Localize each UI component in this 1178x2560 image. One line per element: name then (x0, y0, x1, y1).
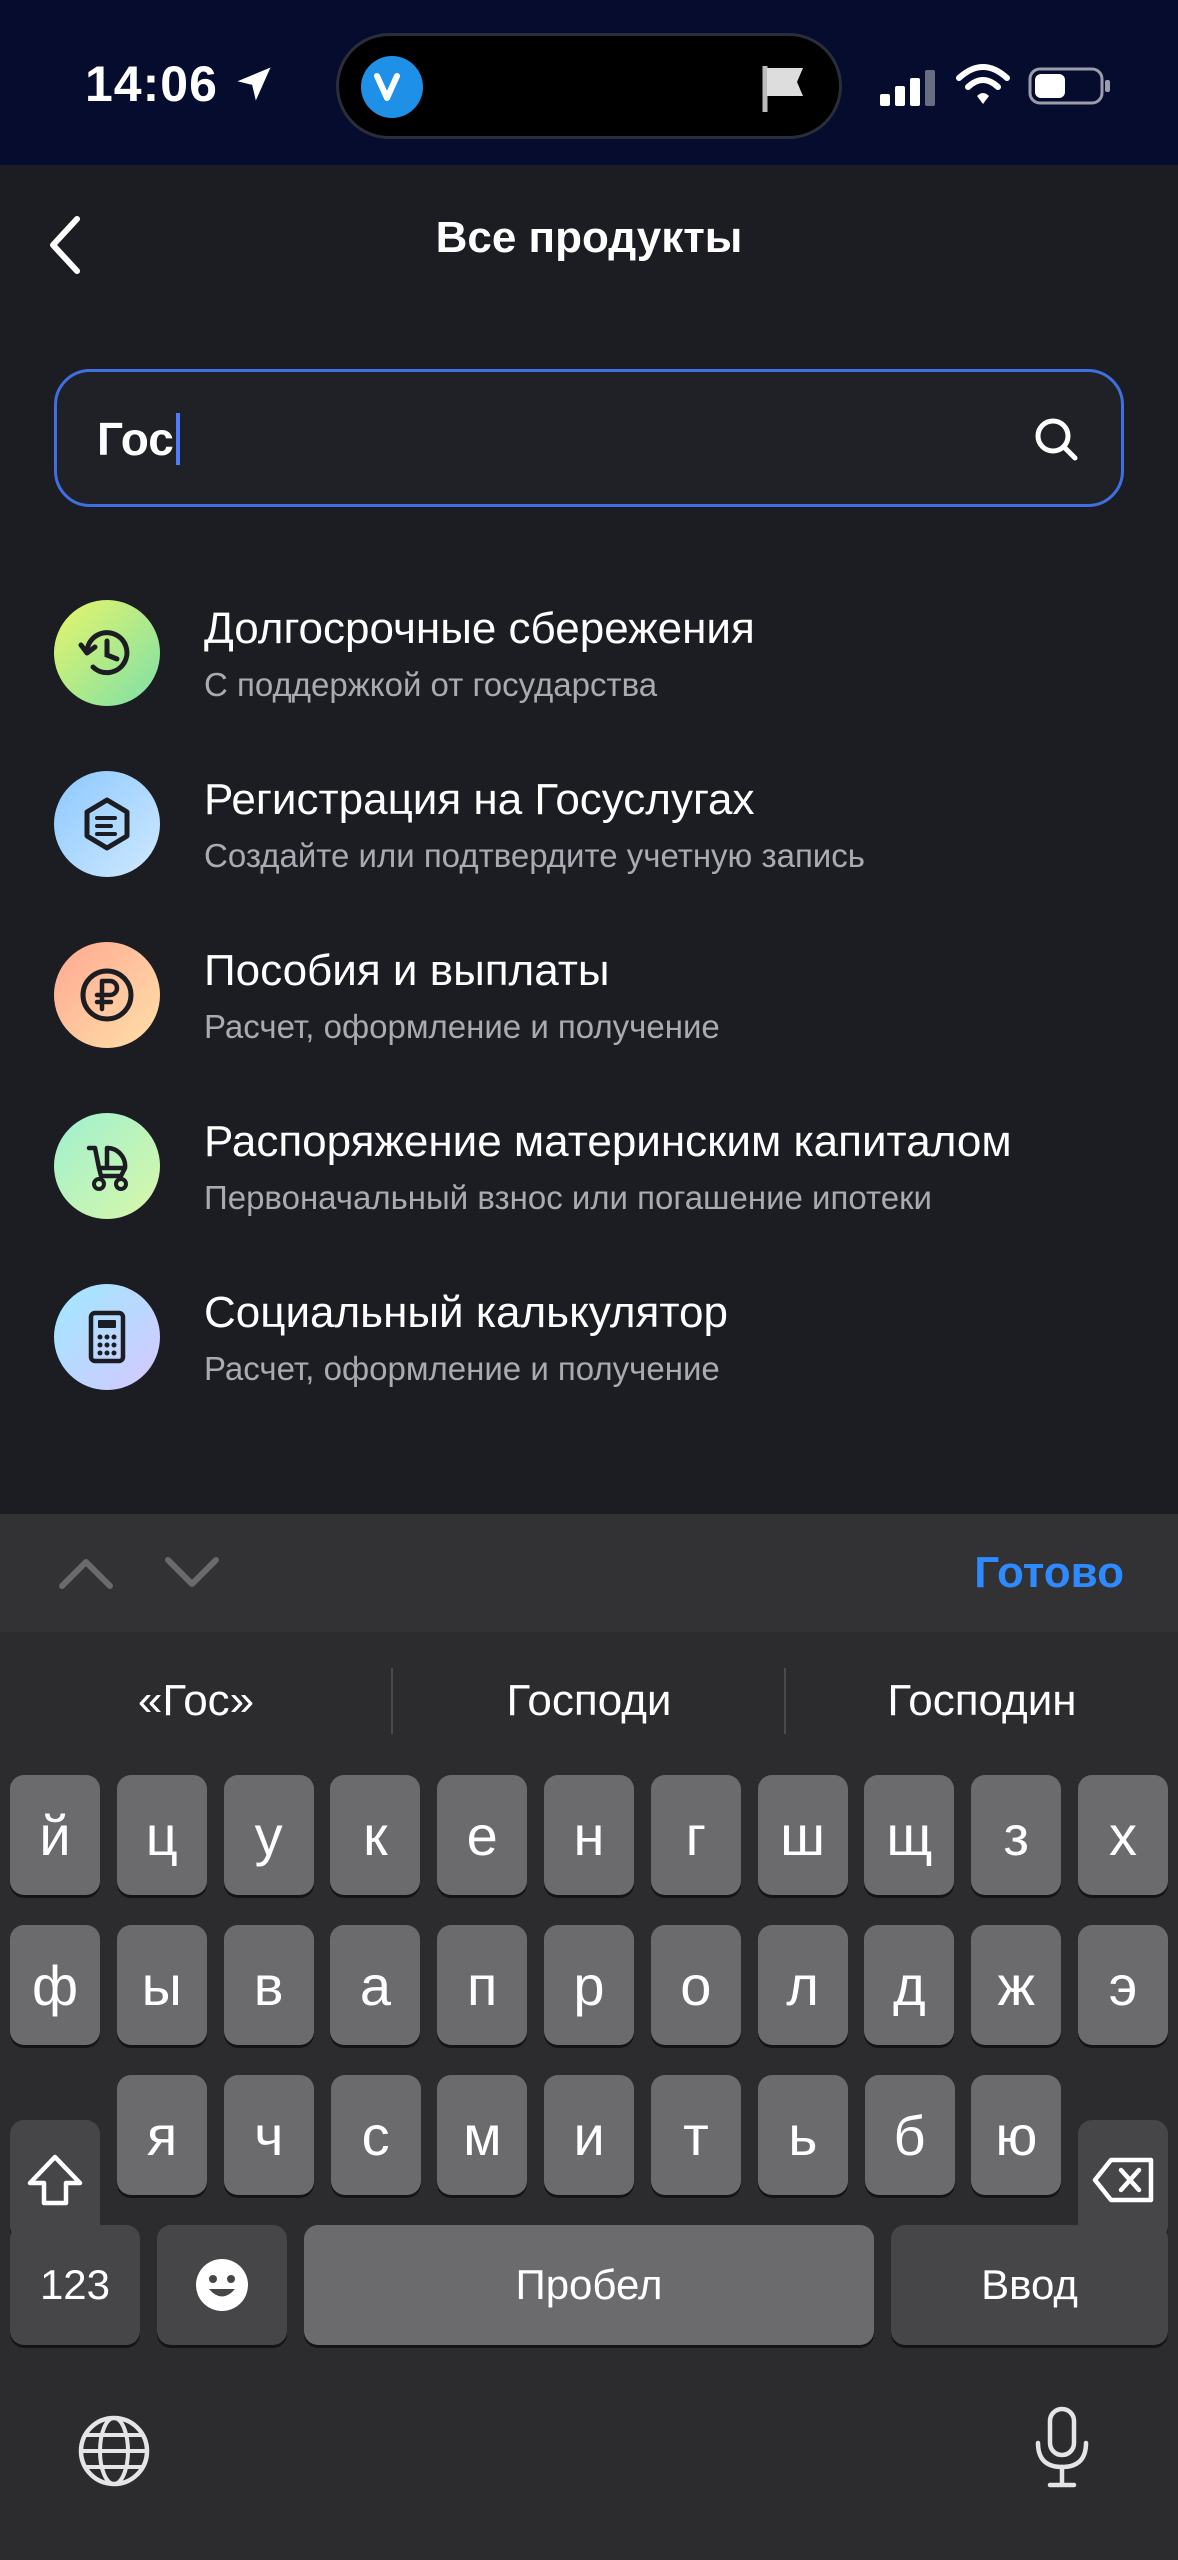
globe-icon[interactable] (76, 2413, 152, 2489)
search-icon[interactable] (1031, 414, 1081, 464)
item-subtitle: Расчет, оформление и получение (204, 1008, 720, 1045)
gosuslugi-icon (54, 771, 160, 877)
key-в[interactable]: в (223, 1925, 314, 2045)
key-н[interactable]: н (544, 1775, 634, 1895)
keyboard-accessory-bar: Готово (0, 1514, 1178, 1632)
key-д[interactable]: д (864, 1925, 955, 2045)
key-х[interactable]: х (1078, 1775, 1168, 1895)
search-input[interactable]: Гос (54, 369, 1124, 507)
key-ч[interactable]: ч (223, 2075, 314, 2195)
status-time: 14:06 (85, 56, 218, 112)
chevron-up-icon[interactable] (56, 1548, 116, 1598)
key-я[interactable]: я (117, 2075, 207, 2195)
key-и[interactable]: и (544, 2075, 635, 2195)
key-к[interactable]: к (330, 1775, 421, 1895)
item-title: Долгосрочные сбережения (204, 604, 755, 653)
chevron-down-icon[interactable] (162, 1548, 222, 1598)
nav-header: Все продукты (0, 165, 1178, 315)
item-title: Регистрация на Госуслугах (204, 775, 755, 824)
vk-app-icon (361, 56, 423, 118)
item-subtitle: Расчет, оформление и получение (204, 1350, 720, 1387)
key-п[interactable]: п (437, 1925, 528, 2045)
return-key[interactable]: Ввод (891, 2225, 1168, 2345)
key-г[interactable]: г (650, 1775, 741, 1895)
dynamic-island (336, 33, 842, 139)
key-у[interactable]: у (223, 1775, 314, 1895)
key-ш[interactable]: ш (757, 1775, 848, 1895)
key-е[interactable]: е (437, 1775, 528, 1895)
key-с[interactable]: с (330, 2075, 421, 2195)
space-key[interactable]: Пробел (304, 2225, 874, 2345)
done-button[interactable]: Готово (974, 1548, 1124, 1598)
item-title: Социальный калькулятор (204, 1288, 728, 1337)
suggestion-3[interactable]: Господин (786, 1676, 1178, 1726)
cellular-signal-icon (880, 70, 935, 106)
calculator-icon (54, 1284, 160, 1390)
key-э[interactable]: э (1078, 1925, 1168, 2045)
key-л[interactable]: л (757, 1925, 848, 2045)
emoji-icon (196, 2259, 248, 2311)
ruble-icon (54, 942, 160, 1048)
stroller-icon (54, 1113, 160, 1219)
suggestion-2[interactable]: Господи (393, 1676, 785, 1726)
wifi-icon (956, 64, 1010, 104)
list-item[interactable]: Долгосрочные сбережения С поддержкой от … (0, 600, 1178, 750)
battery-icon (1028, 67, 1110, 105)
backspace-key[interactable] (1078, 2120, 1168, 2240)
key-ю[interactable]: ю (971, 2075, 1062, 2195)
key-й[interactable]: й (10, 1775, 100, 1895)
shift-icon (27, 2154, 83, 2206)
autocomplete-bar: «Гос» Господи Господин (0, 1632, 1178, 1772)
search-value: Гос (97, 412, 180, 466)
key-ь[interactable]: ь (757, 2075, 848, 2195)
key-ц[interactable]: ц (116, 1775, 207, 1895)
numbers-key[interactable]: 123 (10, 2225, 140, 2345)
backspace-icon (1092, 2157, 1154, 2203)
key-ы[interactable]: ы (116, 1925, 207, 2045)
key-щ[interactable]: щ (864, 1775, 955, 1895)
key-ж[interactable]: ж (971, 1925, 1062, 2045)
item-subtitle: С поддержкой от государства (204, 666, 658, 703)
text-caret (175, 412, 180, 465)
list-item[interactable]: Распоряжение материнским капиталом Перво… (0, 1113, 1178, 1263)
savings-clock-icon (54, 600, 160, 706)
key-о[interactable]: о (650, 1925, 741, 2045)
flag-icon (762, 66, 803, 112)
list-item[interactable]: Пособия и выплаты Расчет, оформление и п… (0, 942, 1178, 1092)
item-title: Распоряжение материнским капиталом (204, 1117, 1012, 1166)
suggestion-1[interactable]: «Гос» (0, 1676, 392, 1726)
shift-key[interactable] (10, 2120, 100, 2240)
list-item[interactable]: Социальный калькулятор Расчет, оформлени… (0, 1284, 1178, 1434)
key-м[interactable]: м (437, 2075, 528, 2195)
emoji-key[interactable] (157, 2225, 287, 2345)
item-subtitle: Создайте или подтвердите учетную запись (204, 837, 865, 874)
key-т[interactable]: т (651, 2075, 741, 2195)
key-б[interactable]: б (864, 2075, 955, 2195)
item-title: Пособия и выплаты (204, 946, 610, 995)
key-р[interactable]: р (544, 1925, 634, 2045)
status-bar: 14:06 (0, 0, 1178, 165)
item-subtitle: Первоначальный взнос или погашение ипоте… (204, 1179, 932, 1216)
microphone-icon[interactable] (1030, 2405, 1094, 2489)
location-arrow-icon (237, 67, 271, 101)
key-ф[interactable]: ф (10, 1925, 100, 2045)
key-з[interactable]: з (971, 1775, 1062, 1895)
page-title: Все продукты (435, 213, 743, 262)
key-а[interactable]: а (330, 1925, 421, 2045)
list-item[interactable]: Регистрация на Госуслугах Создайте или п… (0, 771, 1178, 921)
